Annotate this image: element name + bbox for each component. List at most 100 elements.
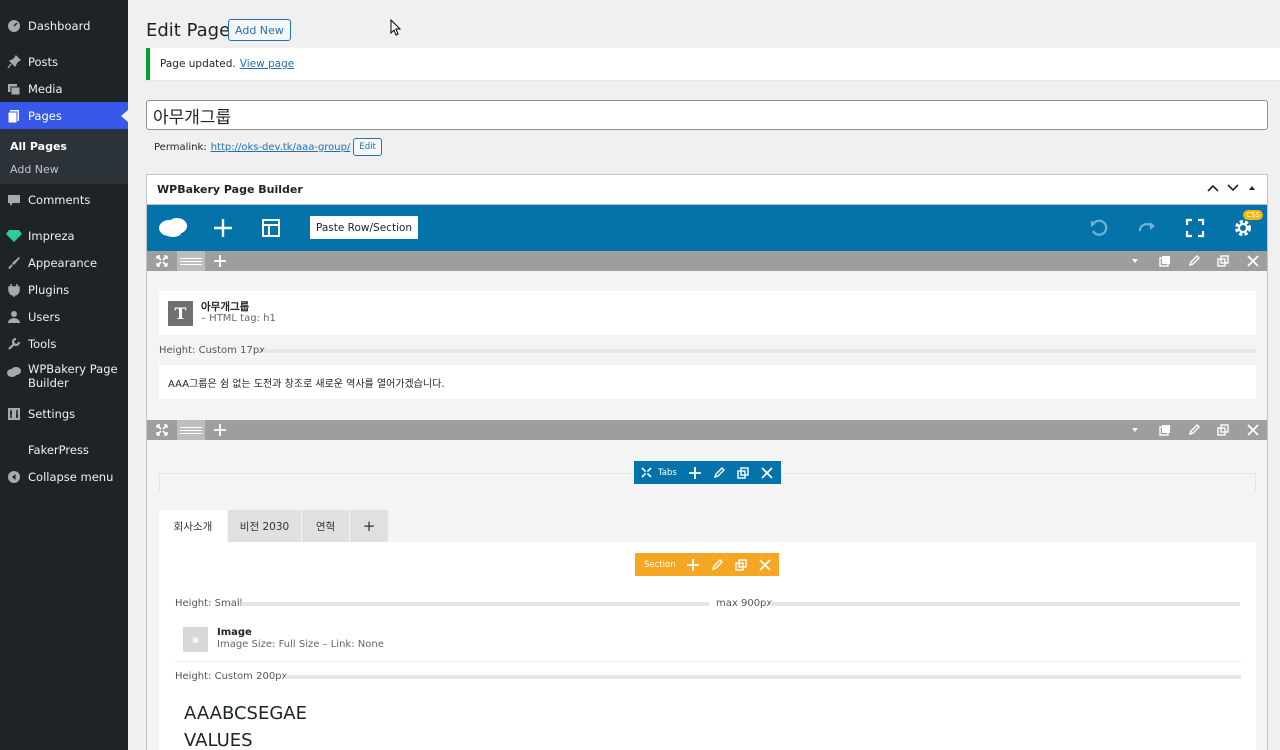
menu-settings[interactable]: Settings	[0, 400, 128, 427]
tab-company-intro[interactable]: 회사소개	[159, 510, 227, 542]
brush-icon	[0, 256, 28, 270]
text-block-content: AAA그룹은 쉼 없는 도전과 창조로 새로운 역사를 열어가겠습니다.	[168, 379, 445, 390]
media-icon	[0, 82, 28, 96]
menu-label: FakerPress	[28, 442, 89, 457]
spacer-max-label: max 900px	[716, 598, 773, 609]
view-page-link[interactable]: View page	[240, 58, 294, 70]
row-edit-icon[interactable]	[1184, 251, 1204, 271]
text-block-element[interactable]: AAA그룹은 쉼 없는 도전과 창조로 새로운 역사를 열어가겠습니다.	[159, 365, 1256, 399]
wpbakery-box: WPBakery Page Builder Paste Row/Section …	[146, 174, 1268, 750]
row-delete-icon[interactable]	[1243, 251, 1263, 271]
menu-label: WPBakery Page Builder	[28, 362, 118, 390]
permalink-edit-button[interactable]: Edit	[353, 138, 382, 156]
tabs-edit-icon[interactable]	[707, 466, 731, 479]
update-notice: Page updated. View page	[146, 48, 1280, 80]
tab-add-button[interactable]: +	[350, 510, 388, 542]
menu-collapse[interactable]: Collapse menu	[0, 463, 128, 490]
row-move-icon[interactable]	[152, 420, 172, 440]
tab-vision-2030[interactable]: 비전 2030	[228, 510, 301, 542]
menu-label: Comments	[28, 192, 91, 207]
row-toggle-icon[interactable]	[1125, 420, 1145, 440]
tabs-add-icon[interactable]	[683, 466, 707, 479]
spacer-label: Height: Small	[175, 598, 243, 609]
add-element-icon[interactable]	[211, 216, 235, 240]
move-down-icon[interactable]	[1227, 183, 1239, 196]
menu-users[interactable]: Users	[0, 303, 128, 330]
menu-dashboard[interactable]: Dashboard	[0, 12, 128, 39]
redo-icon[interactable]	[1135, 216, 1159, 240]
menu-label: Settings	[28, 406, 76, 421]
paste-row-button[interactable]: Paste Row/Section	[310, 216, 419, 239]
tabs-clone-icon[interactable]	[731, 466, 755, 479]
image-element-title[interactable]: Image	[217, 627, 252, 638]
menu-pages[interactable]: Pages	[0, 102, 128, 129]
menu-impreza[interactable]: Impreza	[0, 222, 128, 249]
heading-element-subtitle: – HTML tag: h1	[201, 313, 276, 324]
row-copy-icon[interactable]	[1155, 420, 1175, 440]
add-new-button[interactable]: Add New	[228, 19, 291, 41]
row-add-column-icon[interactable]	[210, 420, 230, 440]
row-layout-handle[interactable]	[177, 251, 205, 271]
admin-sidebar: Dashboard Posts Media Pages All Pages Ad…	[0, 0, 128, 750]
menu-media[interactable]: Media	[0, 75, 128, 102]
row-add-column-icon[interactable]	[210, 251, 230, 271]
text-element-icon: T	[168, 301, 193, 326]
permalink-url[interactable]: http://oks-dev.tk/aaa-group/	[211, 142, 351, 153]
heading-element[interactable]: T 아무개그룹 – HTML tag: h1	[159, 291, 1256, 335]
section-edit-icon[interactable]	[705, 558, 729, 571]
section-clone-icon[interactable]	[729, 558, 753, 571]
section-add-icon[interactable]	[681, 558, 705, 571]
collapse-icon	[0, 470, 28, 484]
row-toggle-icon[interactable]	[1125, 251, 1145, 271]
row-copy-icon[interactable]	[1155, 251, 1175, 271]
menu-fakerpress[interactable]: FakerPress	[0, 436, 128, 463]
pages-icon	[0, 109, 28, 123]
page-settings-icon[interactable]: CSS	[1231, 210, 1263, 240]
menu-label: Collapse menu	[28, 469, 114, 484]
menu-label: Appearance	[28, 255, 98, 270]
menu-label: Pages	[28, 108, 62, 123]
fullscreen-icon[interactable]	[1183, 216, 1207, 240]
toggle-panel-icon[interactable]	[1247, 183, 1257, 196]
move-up-icon[interactable]	[1207, 183, 1219, 196]
row-delete-icon[interactable]	[1243, 420, 1263, 440]
menu-label: Media	[28, 81, 63, 96]
row-controls	[147, 420, 1267, 440]
post-title-input[interactable]: 아무개그룹	[146, 100, 1268, 130]
spacer-label: Height: Custom 200px	[175, 671, 288, 682]
menu-tools[interactable]: Tools	[0, 330, 128, 357]
menu-plugins[interactable]: Plugins	[0, 276, 128, 303]
css-badge: CSS	[1243, 210, 1263, 220]
text-content-line: VALUES	[184, 730, 253, 750]
tabs-move-icon[interactable]	[634, 467, 658, 478]
section-delete-icon[interactable]	[753, 558, 777, 571]
menu-comments[interactable]: Comments	[0, 186, 128, 213]
row-clone-icon[interactable]	[1213, 251, 1233, 271]
menu-label: Tools	[28, 336, 57, 351]
templates-icon[interactable]	[259, 216, 283, 240]
tabs-controls: Tabs	[634, 461, 781, 484]
menu-label: Posts	[28, 54, 59, 69]
row-move-icon[interactable]	[152, 251, 172, 271]
comment-icon	[0, 193, 28, 207]
submenu-add-new[interactable]: Add New	[10, 163, 59, 176]
tab-panel: Section Height: Small max 900px ▣ Image …	[159, 542, 1256, 750]
menu-wpbakery[interactable]: WPBakery Page Builder	[0, 362, 128, 396]
wpbakery-logo-icon[interactable]	[157, 213, 189, 241]
menu-appearance[interactable]: Appearance	[0, 249, 128, 276]
permalink: Permalink: http://oks-dev.tk/aaa-group/ …	[154, 138, 382, 156]
row-layout-handle[interactable]	[177, 420, 205, 440]
tab-history[interactable]: 연혁	[302, 510, 349, 542]
undo-icon[interactable]	[1087, 216, 1111, 240]
heading-element-title: 아무개그룹	[201, 301, 250, 313]
text-content-line: AAABCSEGAE	[184, 703, 307, 724]
submenu-all-pages[interactable]: All Pages	[10, 140, 67, 153]
menu-posts[interactable]: Posts	[0, 48, 128, 75]
cloud-icon	[0, 362, 28, 378]
wpbakery-toolbar: Paste Row/Section CSS	[147, 205, 1267, 251]
tabs-delete-icon[interactable]	[755, 466, 779, 479]
row-edit-icon[interactable]	[1184, 420, 1204, 440]
tabs-label: Tabs	[658, 467, 677, 478]
row-clone-icon[interactable]	[1213, 420, 1233, 440]
spacer-line	[285, 675, 1241, 679]
